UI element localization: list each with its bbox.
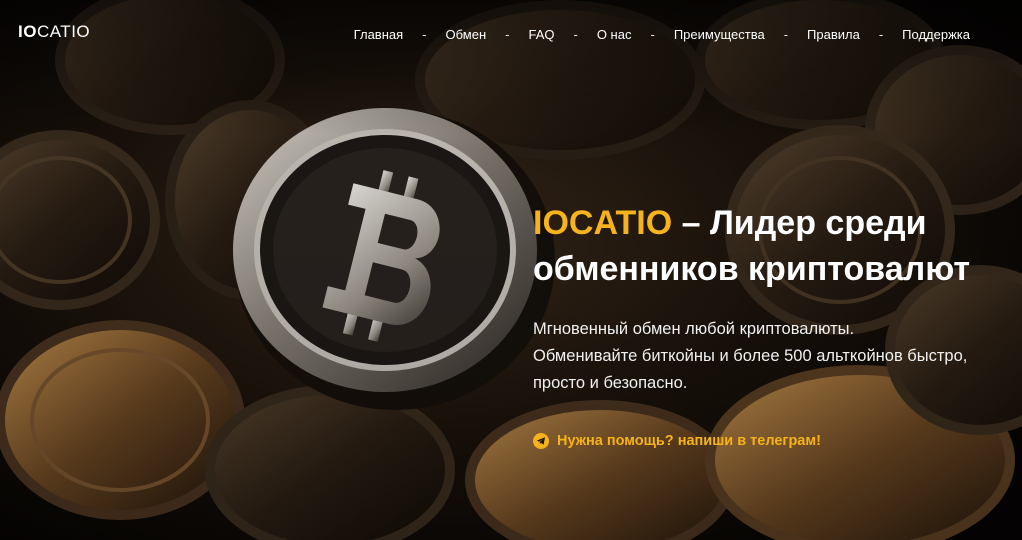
nav-item-rules[interactable]: Правила: [807, 27, 860, 42]
nav-separator: -: [505, 27, 510, 42]
hero-subtitle-line1: Мгновенный обмен любой криптовалюты.: [533, 320, 855, 338]
nav-separator: -: [573, 27, 578, 42]
hero-headline: IOCATIO – Лидер среди обменников криптов…: [533, 200, 1022, 292]
nav-item-about[interactable]: О нас: [597, 27, 632, 42]
hero-title-line2: обменников криптовалют: [533, 250, 971, 288]
hero-subtitle: Мгновенный обмен любой криптовалюты. Обм…: [533, 316, 1022, 397]
nav-item-support[interactable]: Поддержка: [902, 27, 970, 42]
hero-title-rest: – Лидер среди: [672, 204, 927, 242]
hero-brand: IOCATIO: [533, 204, 673, 242]
nav-separator: -: [783, 27, 789, 42]
nav-item-exchange[interactable]: Обмен: [446, 27, 487, 42]
telegram-help-label: Нужна помощь? напиши в телеграм!: [557, 433, 821, 449]
main-nav: Главная - Обмен - FAQ - О нас - Преимуще…: [354, 27, 970, 42]
nav-separator: -: [878, 27, 884, 42]
hero-subtitle-line2: Обменивайте биткойны и более 500 альткой…: [533, 347, 968, 365]
logo-part-io: IO: [18, 22, 37, 41]
site-logo[interactable]: IOCATIO: [18, 22, 90, 42]
nav-item-advantages[interactable]: Преимущества: [674, 27, 765, 42]
hero-subtitle-line3: просто и безопасно.: [533, 374, 688, 392]
telegram-help-link[interactable]: Нужна помощь? напиши в телеграм!: [533, 433, 821, 449]
nav-separator: -: [650, 27, 655, 42]
logo-part-catio: CATIO: [36, 22, 91, 41]
telegram-icon: [533, 433, 549, 449]
nav-item-home[interactable]: Главная: [354, 27, 403, 42]
top-navigation-bar: IOCATIO Главная - Обмен - FAQ - О нас - …: [0, 0, 1022, 70]
nav-item-faq[interactable]: FAQ: [528, 27, 554, 42]
nav-separator: -: [422, 27, 427, 42]
